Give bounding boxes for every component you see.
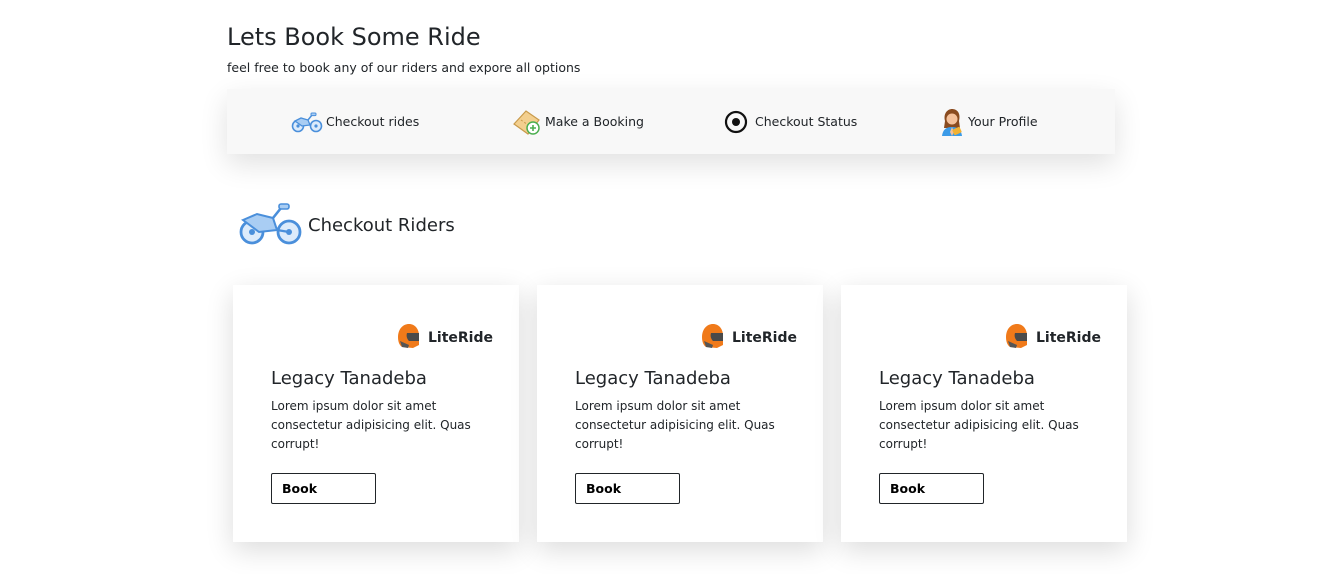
page-subtitle: feel free to book any of our riders and … xyxy=(227,60,581,75)
brand: LiteRide xyxy=(396,323,493,353)
rider-name: Legacy Tanadeba xyxy=(575,368,731,389)
helmet-icon xyxy=(700,323,724,353)
rider-description: Lorem ipsum dolor sit amet consectetur a… xyxy=(575,399,775,451)
helmet-icon xyxy=(1004,323,1028,353)
rider-card: LiteRide Legacy Tanadeba Lorem ipsum dol… xyxy=(233,285,519,542)
motorbike-icon xyxy=(291,111,323,133)
brand-name: LiteRide xyxy=(427,330,493,346)
helmet-icon xyxy=(396,323,420,353)
nav-item-label: Make a Booking xyxy=(545,114,644,129)
rider-description: Lorem ipsum dolor sit amet consectetur a… xyxy=(271,399,471,451)
book-button[interactable]: Book xyxy=(575,473,680,504)
ticket-add-icon xyxy=(512,108,542,136)
rider-card: LiteRide Legacy Tanadeba Lorem ipsum dol… xyxy=(841,285,1127,542)
nav-item-checkout-status[interactable]: Checkout Status xyxy=(724,89,857,154)
section-header: Checkout Riders xyxy=(237,200,455,250)
nav-bar: Checkout rides Make a Booking Checkout S… xyxy=(227,89,1115,154)
rider-card-list: LiteRide Legacy Tanadeba Lorem ipsum dol… xyxy=(233,285,1127,542)
motorbike-icon xyxy=(237,200,303,250)
brand-name: LiteRide xyxy=(1035,330,1101,346)
target-icon xyxy=(724,110,748,134)
section-title: Checkout Riders xyxy=(308,214,455,236)
brand-name: LiteRide xyxy=(731,330,797,346)
brand: LiteRide xyxy=(700,323,797,353)
nav-item-checkout-rides[interactable]: Checkout rides xyxy=(291,89,419,154)
brand: LiteRide xyxy=(1004,323,1101,353)
nav-item-label: Checkout Status xyxy=(755,114,858,129)
user-avatar-icon xyxy=(939,108,965,136)
book-button[interactable]: Book xyxy=(879,473,984,504)
book-button[interactable]: Book xyxy=(271,473,376,504)
rider-name: Legacy Tanadeba xyxy=(879,368,1035,389)
rider-card: LiteRide Legacy Tanadeba Lorem ipsum dol… xyxy=(537,285,823,542)
nav-item-make-booking[interactable]: Make a Booking xyxy=(512,89,644,154)
nav-item-your-profile[interactable]: Your Profile xyxy=(939,89,1038,154)
nav-item-label: Checkout rides xyxy=(326,114,420,129)
rider-description: Lorem ipsum dolor sit amet consectetur a… xyxy=(879,399,1079,451)
page-title: Lets Book Some Ride xyxy=(227,23,481,51)
rider-name: Legacy Tanadeba xyxy=(271,368,427,389)
nav-item-label: Your Profile xyxy=(968,114,1038,129)
